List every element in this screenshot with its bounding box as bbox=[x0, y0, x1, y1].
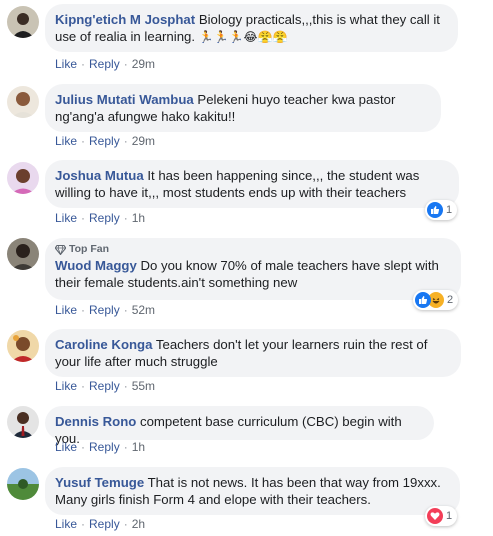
reaction-count: 1 bbox=[446, 204, 453, 216]
commenter-name[interactable]: Dennis Rono bbox=[55, 414, 136, 429]
timestamp[interactable]: 52m bbox=[132, 303, 155, 317]
comment-bubble: Julius Mutati Wambua Pelekeni huyo teach… bbox=[45, 84, 441, 132]
timestamp[interactable]: 29m bbox=[132, 57, 155, 71]
comment-actions: Like · Reply · 29m bbox=[55, 134, 156, 148]
timestamp[interactable]: 55m bbox=[132, 379, 155, 393]
love-icon bbox=[427, 508, 443, 524]
timestamp[interactable]: 1h bbox=[132, 440, 145, 454]
comment-bubble: Kipng'etich M Josphat Biology practicals… bbox=[45, 4, 458, 52]
reply-link[interactable]: Reply bbox=[89, 379, 120, 393]
like-link[interactable]: Like bbox=[55, 134, 77, 148]
avatar[interactable] bbox=[7, 406, 39, 438]
timestamp[interactable]: 2h bbox=[132, 517, 145, 531]
comment-actions: Like · Reply · 29m bbox=[55, 57, 156, 71]
reaction-count: 2 bbox=[447, 294, 454, 306]
reaction-badge[interactable]: 1 bbox=[425, 506, 458, 526]
avatar[interactable] bbox=[7, 330, 39, 362]
commenter-name[interactable]: Kipng'etich M Josphat bbox=[55, 12, 195, 27]
commenter-name[interactable]: Caroline Konga bbox=[55, 337, 152, 352]
reply-link[interactable]: Reply bbox=[89, 440, 120, 454]
comment-actions: Like · Reply · 55m bbox=[55, 379, 156, 393]
diamond-icon bbox=[55, 244, 66, 255]
like-icon bbox=[427, 202, 443, 218]
commenter-name[interactable]: Julius Mutati Wambua bbox=[55, 92, 194, 107]
avatar[interactable] bbox=[7, 86, 39, 118]
reply-link[interactable]: Reply bbox=[89, 211, 120, 225]
comment-actions: Like · Reply · 1h bbox=[55, 440, 146, 454]
avatar[interactable] bbox=[7, 162, 39, 194]
like-link[interactable]: Like bbox=[55, 517, 77, 531]
comment-actions: Like · Reply · 52m bbox=[55, 303, 156, 317]
avatar[interactable] bbox=[7, 238, 39, 270]
like-link[interactable]: Like bbox=[55, 57, 77, 71]
timestamp[interactable]: 29m bbox=[132, 134, 155, 148]
comment-bubble: Yusuf Temuge That is not news. It has be… bbox=[45, 467, 460, 515]
reply-link[interactable]: Reply bbox=[89, 57, 120, 71]
commenter-name[interactable]: Wuod Maggy bbox=[55, 258, 137, 273]
like-link[interactable]: Like bbox=[55, 211, 77, 225]
comment-bubble: Dennis Rono competent base curriculum (C… bbox=[45, 406, 434, 446]
commenter-name[interactable]: Yusuf Temuge bbox=[55, 475, 144, 490]
reaction-count: 1 bbox=[446, 510, 453, 522]
avatar[interactable] bbox=[7, 468, 39, 500]
comment-bubble: Caroline Konga Teachers don't let your l… bbox=[45, 329, 461, 377]
reaction-badge[interactable]: 2 bbox=[413, 290, 459, 310]
reply-link[interactable]: Reply bbox=[89, 134, 120, 148]
commenter-name[interactable]: Joshua Mutua bbox=[55, 168, 144, 183]
like-link[interactable]: Like bbox=[55, 379, 77, 393]
comment-actions: Like · Reply · 2h bbox=[55, 517, 146, 531]
emoji-sequence: 🏃🏃🏃😂😤😤 bbox=[198, 30, 288, 44]
reply-link[interactable]: Reply bbox=[89, 303, 120, 317]
comment-bubble: Joshua Mutua It has been happening since… bbox=[45, 160, 459, 208]
timestamp[interactable]: 1h bbox=[132, 211, 145, 225]
reaction-badge[interactable]: 1 bbox=[425, 200, 458, 220]
like-icon bbox=[415, 292, 431, 308]
comment-actions: Like · Reply · 1h bbox=[55, 211, 146, 225]
reply-link[interactable]: Reply bbox=[89, 517, 120, 531]
avatar[interactable] bbox=[7, 6, 39, 38]
comment-bubble: Top Fan Wuod Maggy Do you know 70% of ma… bbox=[45, 238, 461, 300]
top-fan-badge: Top Fan bbox=[55, 243, 449, 256]
like-link[interactable]: Like bbox=[55, 303, 77, 317]
top-fan-label: Top Fan bbox=[69, 243, 110, 255]
like-link[interactable]: Like bbox=[55, 440, 77, 454]
